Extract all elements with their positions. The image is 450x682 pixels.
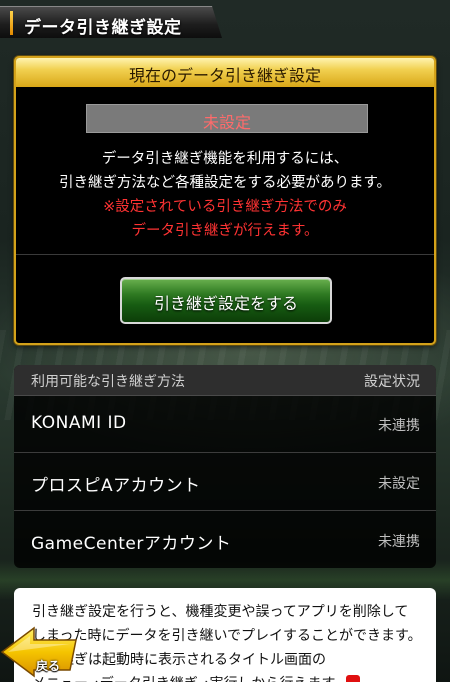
method-name: プロスピAアカウント bbox=[31, 476, 201, 496]
divider bbox=[16, 254, 434, 255]
setup-transfer-button[interactable]: 引き継ぎ設定をする bbox=[120, 277, 332, 324]
info-line: 引き継ぎは起動時に表示されるタイトル画面の bbox=[32, 652, 326, 668]
methods-header: 利用可能な引き継ぎ方法 設定状況 bbox=[14, 365, 436, 396]
method-row-konami-id[interactable]: KONAMI ID 未連携 bbox=[14, 396, 436, 453]
panel-title: 現在のデータ引き継ぎ設定 bbox=[128, 66, 321, 85]
transfer-methods-table: 利用可能な引き継ぎ方法 設定状況 KONAMI ID 未連携 プロスピAアカウン… bbox=[14, 365, 436, 568]
method-name: KONAMI ID bbox=[31, 413, 127, 433]
setup-transfer-button-label: 引き継ぎ設定をする bbox=[153, 294, 298, 313]
description-line: 引き継ぎ方法など各種設定をする必要があります。 bbox=[58, 175, 392, 191]
method-name: GameCenterアカウント bbox=[31, 534, 232, 554]
info-line: 引き継ぎ設定を行うと、機種変更や誤ってアプリを削除して bbox=[32, 604, 409, 620]
info-line: メニュー→データ引き継ぎ→実行しから行えます。 bbox=[32, 672, 424, 682]
methods-header-label: 利用可能な引き継ぎ方法 bbox=[31, 374, 185, 390]
warning-line: ※設定されている引き継ぎ方法でのみ bbox=[103, 199, 347, 215]
warning-line: データ引き継ぎが行えます。 bbox=[131, 223, 319, 239]
method-status: 未連携 bbox=[378, 534, 420, 550]
back-button[interactable]: 戻る bbox=[0, 626, 78, 678]
current-setting-panel: 現在のデータ引き継ぎ設定 未設定 データ引き継ぎ機能を利用するには、 引き継ぎ方… bbox=[14, 56, 436, 345]
method-status: 未連携 bbox=[378, 418, 420, 434]
description-text: データ引き継ぎ機能を利用するには、 引き継ぎ方法など各種設定をする必要があります… bbox=[16, 147, 434, 195]
method-status: 未設定 bbox=[378, 476, 420, 492]
back-button-label: 戻る bbox=[36, 659, 61, 673]
method-row-gamecenter-account[interactable]: GameCenterアカウント 未連携 bbox=[14, 512, 436, 568]
notification-indicator bbox=[346, 675, 360, 682]
method-row-prospi-account[interactable]: プロスピAアカウント 未設定 bbox=[14, 454, 436, 511]
methods-header-status: 設定状況 bbox=[364, 374, 420, 390]
description-line: データ引き継ぎ機能を利用するには、 bbox=[101, 151, 349, 167]
page-header: データ引き継ぎ設定 bbox=[0, 6, 222, 38]
status-badge: 未設定 bbox=[86, 104, 368, 133]
panel-header: 現在のデータ引き継ぎ設定 bbox=[16, 58, 434, 87]
info-line: しまった時にデータを引き継いでプレイすることができます。 bbox=[32, 628, 422, 644]
warning-text: ※設定されている引き継ぎ方法でのみ データ引き継ぎが行えます。 bbox=[16, 195, 434, 243]
status-value: 未設定 bbox=[202, 113, 251, 132]
page-title: データ引き継ぎ設定 bbox=[24, 18, 182, 38]
